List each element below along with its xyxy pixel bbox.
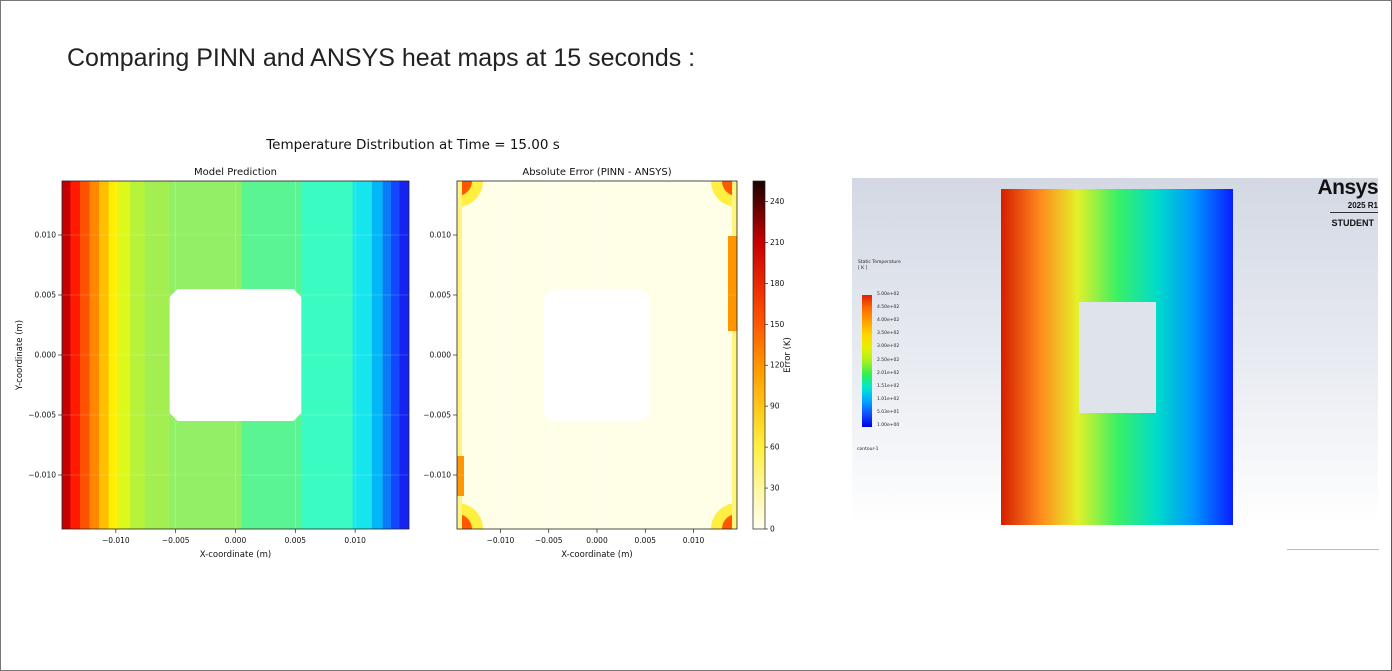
y-tick-label: 0.005 xyxy=(35,291,57,300)
x-tick-label: −0.005 xyxy=(535,536,563,545)
x-tick-label: −0.005 xyxy=(162,536,190,545)
model-prediction-axes: Model Prediction −0.010 −0.005 0.000 0.005 0.… xyxy=(15,167,410,560)
x-tick-label: −0.010 xyxy=(487,536,515,545)
x-tick-label: 0.005 xyxy=(635,536,657,545)
ansys-legend-value: 1.51e+02 xyxy=(877,383,900,389)
axes-title: Model Prediction xyxy=(194,167,277,178)
colorbar-bar xyxy=(752,180,766,530)
ansys-contour-label: contour-1 xyxy=(857,447,879,452)
plot-area xyxy=(62,181,409,529)
y-tick-label: −0.005 xyxy=(423,411,451,420)
ansys-legend-unit: [ K ] xyxy=(858,266,868,271)
ansys-legend-value: 5.00e+02 xyxy=(877,292,900,297)
colorbar-tick-label: 210 xyxy=(770,238,785,247)
x-tick-label: −0.010 xyxy=(102,536,130,545)
axes-title: Absolute Error (PINN - ANSYS) xyxy=(522,167,671,178)
colorbar-label: Error (K) xyxy=(783,337,793,373)
colorbar-tick-label: 240 xyxy=(770,197,785,206)
ansys-legend-value: 1.01e+02 xyxy=(877,396,900,402)
y-tick-label: 0.005 xyxy=(430,291,452,300)
error-edge-right-hot xyxy=(728,236,737,331)
x-tick-label: 0.000 xyxy=(586,536,608,545)
y-axis-label: Y-coordinate (m) xyxy=(15,320,25,391)
ansys-legend-value: 4.00e+02 xyxy=(877,318,900,324)
ansys-legend-value: 2.50e+02 xyxy=(877,357,900,363)
y-tick-label: 0.010 xyxy=(35,231,57,240)
ansys-legend-value: 1.00e+00 xyxy=(877,423,900,428)
ansys-legend-colorbar xyxy=(862,295,872,427)
x-tick-label: 0.000 xyxy=(225,536,247,545)
ansys-logo: Ansys xyxy=(1317,176,1378,199)
slide-title: Comparing PINN and ANSYS heat maps at 15… xyxy=(67,44,696,72)
y-tick-label: 0.010 xyxy=(430,231,452,240)
colorbar-tick-label: 60 xyxy=(770,443,780,452)
y-tick-label: −0.010 xyxy=(28,471,56,480)
x-axis-label: X-coordinate (m) xyxy=(561,550,632,560)
ansys-version: 2025 R1 xyxy=(1347,201,1378,210)
absolute-error-axes: Absolute Error (PINN - ANSYS) −0.010 −0.00… xyxy=(423,167,738,560)
colorbar-tick-label: 90 xyxy=(770,402,780,411)
x-axis-label: X-coordinate (m) xyxy=(200,550,271,560)
ansys-legend-value: 3.00e+02 xyxy=(877,344,900,350)
ansys-edition: STUDENT xyxy=(1331,218,1375,228)
figure-suptitle: Temperature Distribution at Time = 15.00… xyxy=(265,137,560,153)
plot-area xyxy=(457,181,737,529)
matplotlib-figure: Temperature Distribution at Time = 15.00… xyxy=(15,137,793,560)
error-edge-left-hot xyxy=(457,456,464,496)
ansys-legend-value: 3.50e+02 xyxy=(877,331,900,337)
y-tick-label: −0.005 xyxy=(28,411,56,420)
ansys-legend-value: 2.01e+02 xyxy=(877,370,900,376)
y-tick-label: −0.010 xyxy=(423,471,451,480)
colorbar-tick-label: 180 xyxy=(770,279,785,288)
colorbar-tick-label: 150 xyxy=(770,320,785,329)
y-tick-label: 0.000 xyxy=(35,351,57,360)
colorbar-tick-label: 30 xyxy=(770,484,780,493)
ansys-legend-title: Static Temperature xyxy=(858,260,901,265)
ansys-legend-value: 4.50e+02 xyxy=(877,305,900,311)
colorbar-tick-label: 0 xyxy=(770,525,775,534)
y-tick-label: 0.000 xyxy=(430,351,452,360)
ansys-plate-hole xyxy=(1079,302,1156,413)
x-tick-label: 0.010 xyxy=(344,536,366,545)
ansys-legend-value: 5.03e+01 xyxy=(877,409,900,415)
ansys-logo-rule xyxy=(1330,212,1378,213)
ansys-divider xyxy=(1287,549,1379,550)
error-colorbar: 0306090120150180210240Error (K) xyxy=(752,180,793,534)
ansys-result-panel: Ansys 2025 R1 STUDENT Static Temperature… xyxy=(852,176,1378,525)
x-tick-label: 0.010 xyxy=(683,536,705,545)
x-tick-label: 0.005 xyxy=(285,536,307,545)
